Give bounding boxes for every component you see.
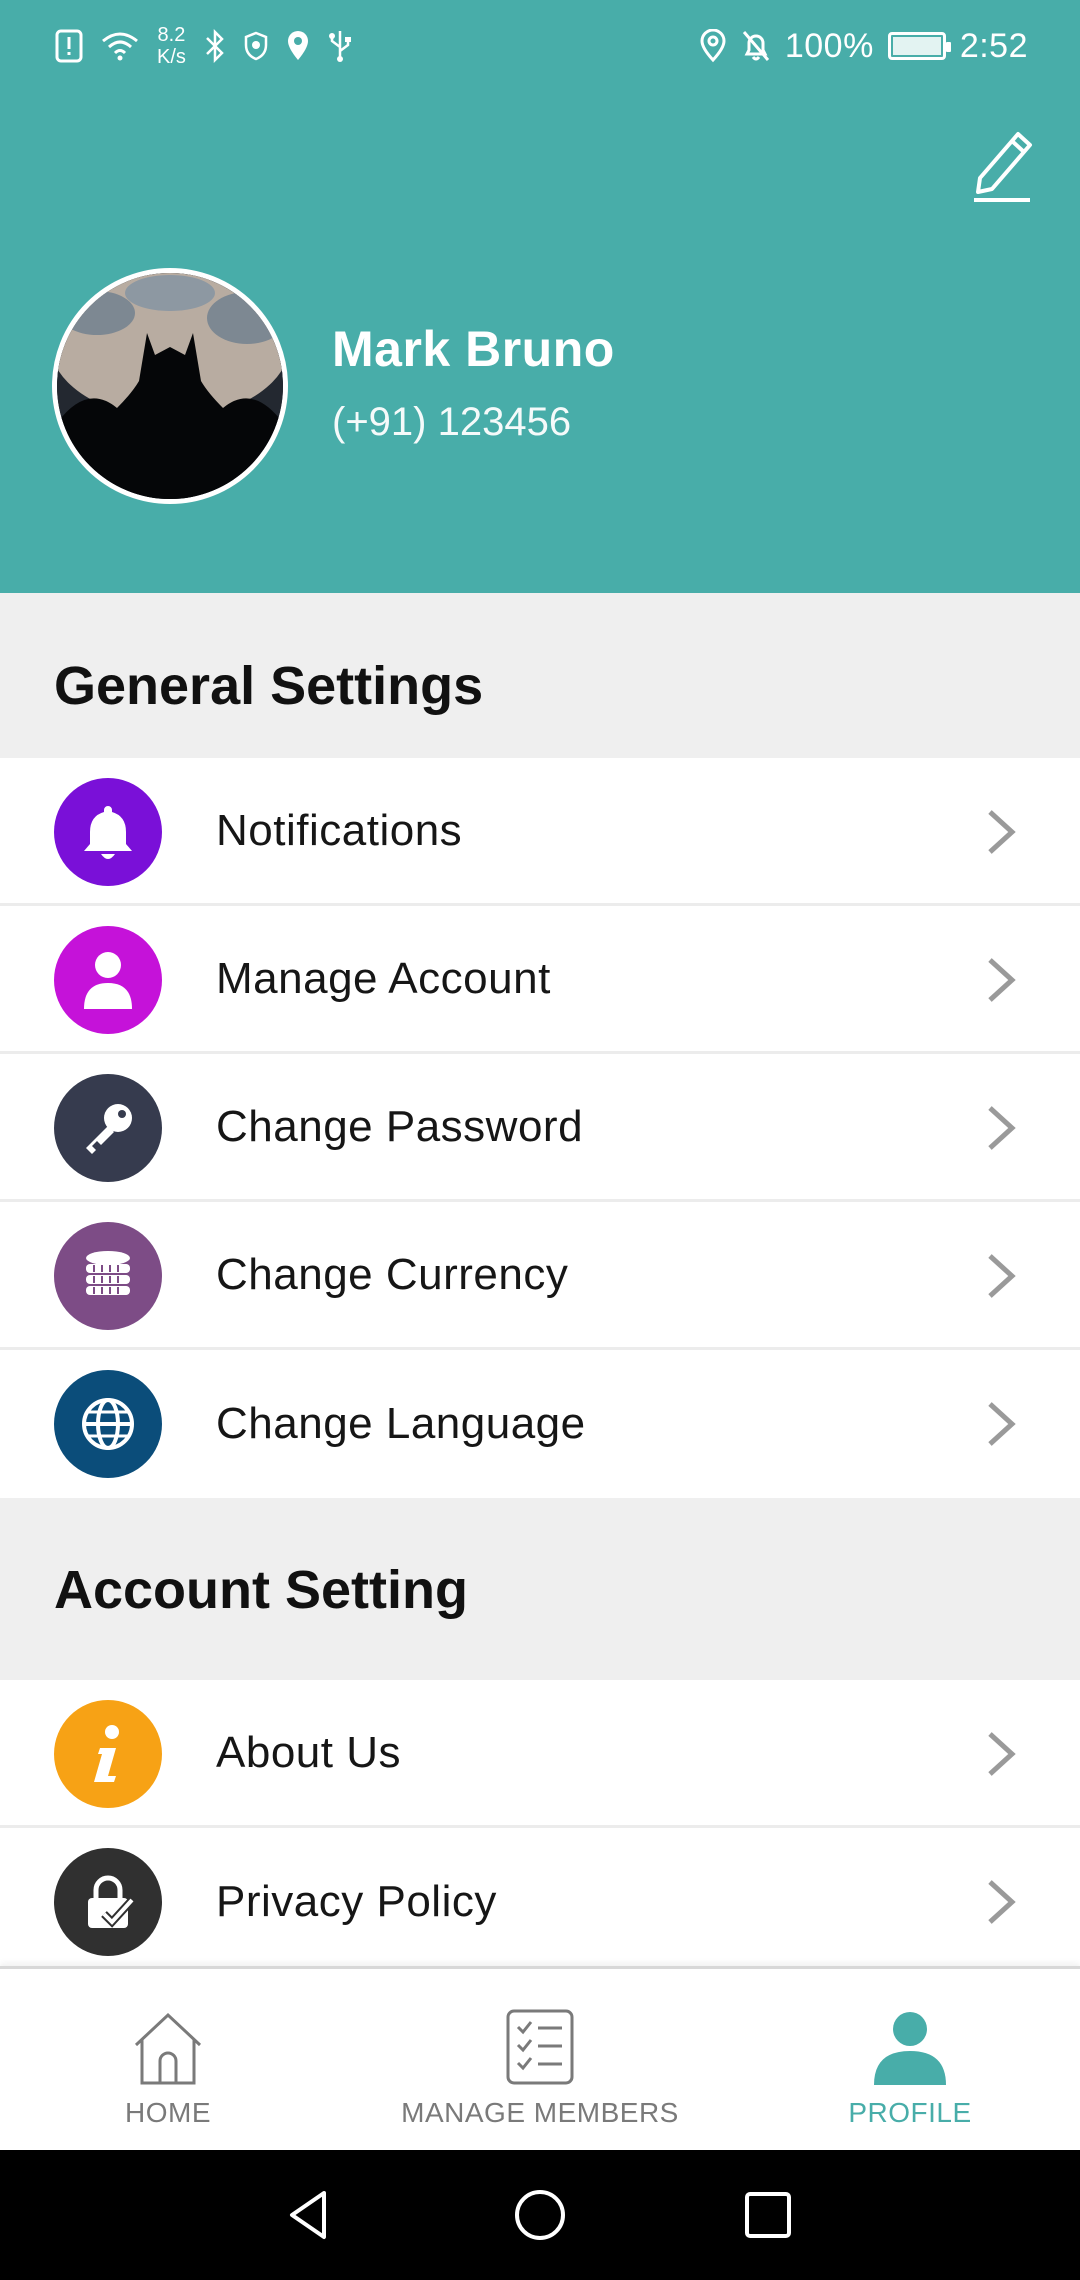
lock-check-icon xyxy=(54,1848,162,1956)
person-icon xyxy=(874,2012,946,2085)
home-icon xyxy=(134,2012,202,2085)
nav-profile[interactable]: PROFILE xyxy=(830,1969,990,2153)
clock-time: 2:52 xyxy=(959,26,1028,65)
bell-icon xyxy=(54,778,162,886)
location-outline-icon xyxy=(700,29,726,63)
settings-item-change-currency[interactable]: Change Currency xyxy=(0,1202,1080,1350)
checklist-icon xyxy=(506,2009,574,2085)
usb-icon xyxy=(328,31,351,62)
settings-item-change-password[interactable]: Change Password xyxy=(0,1054,1080,1202)
back-icon[interactable] xyxy=(280,2185,340,2245)
bottom-navigation: HOME MANAGE MEMBERS PROFILE xyxy=(0,1966,1080,2150)
status-bar: 8.2 K/s 100% 2:52 xyxy=(0,0,1080,90)
home-circle-icon[interactable] xyxy=(510,2185,570,2245)
wifi-icon xyxy=(102,32,138,61)
bell-off-icon xyxy=(742,31,769,61)
settings-item-label: Change Password xyxy=(216,1101,584,1151)
nav-home-label: HOME xyxy=(125,2097,211,2128)
location-icon xyxy=(287,31,308,60)
settings-item-manage-account[interactable]: Manage Account xyxy=(0,906,1080,1054)
chevron-right-icon xyxy=(988,1880,1016,1924)
user-phone: (+91) 123456 xyxy=(332,400,572,444)
pencil-icon xyxy=(974,132,1032,202)
info-icon xyxy=(54,1700,162,1808)
alert-sim-icon xyxy=(55,29,83,63)
settings-item-label: About Us xyxy=(216,1727,401,1777)
system-navigation-bar xyxy=(0,2150,1080,2280)
nav-manage-members-label: MANAGE MEMBERS xyxy=(401,2097,679,2128)
bluetooth-icon xyxy=(206,29,224,63)
network-speed: 8.2 K/s xyxy=(157,24,186,68)
key-icon xyxy=(54,1074,162,1182)
settings-item-label: Change Currency xyxy=(216,1249,569,1299)
settings-item-notifications[interactable]: Notifications xyxy=(0,758,1080,906)
network-speed-unit: K/s xyxy=(157,46,186,68)
user-name: Mark Bruno xyxy=(332,321,615,377)
nav-profile-label: PROFILE xyxy=(848,2097,972,2128)
chevron-right-icon xyxy=(988,810,1016,854)
globe-icon xyxy=(54,1370,162,1478)
chevron-right-icon xyxy=(988,1732,1016,1776)
settings-item-about-us[interactable]: About Us xyxy=(0,1680,1080,1828)
nav-home[interactable]: HOME xyxy=(88,1969,248,2153)
general-settings-title: General Settings xyxy=(54,656,484,716)
battery-percent: 100% xyxy=(784,26,874,65)
edit-profile-button[interactable] xyxy=(970,120,1042,204)
chevron-right-icon xyxy=(988,1254,1016,1298)
recents-square-icon[interactable] xyxy=(738,2185,798,2245)
shield-icon xyxy=(244,31,268,61)
avatar[interactable] xyxy=(52,268,288,504)
account-setting-title: Account Setting xyxy=(54,1560,468,1620)
chevron-right-icon xyxy=(988,1106,1016,1150)
settings-item-label: Manage Account xyxy=(216,953,551,1003)
chevron-right-icon xyxy=(988,1402,1016,1446)
network-speed-value: 8.2 xyxy=(157,24,186,46)
user-icon xyxy=(54,926,162,1034)
account-settings-list: About Us Privacy Policy xyxy=(0,1680,1080,1976)
settings-item-privacy-policy[interactable]: Privacy Policy xyxy=(0,1828,1080,1976)
chevron-right-icon xyxy=(988,958,1016,1002)
avatar-image xyxy=(57,273,283,499)
settings-item-change-language[interactable]: Change Language xyxy=(0,1350,1080,1498)
general-settings-list: Notifications Manage Account Change Pass… xyxy=(0,758,1080,1498)
settings-item-label: Notifications xyxy=(216,805,463,855)
nav-manage-members[interactable]: MANAGE MEMBERS xyxy=(380,1969,700,2153)
coins-icon xyxy=(54,1222,162,1330)
battery-icon xyxy=(887,32,951,60)
settings-item-label: Privacy Policy xyxy=(216,1877,497,1926)
profile-header: 8.2 K/s 100% 2:52 Mark Bruno (+91) 12345… xyxy=(0,0,1080,593)
settings-item-label: Change Language xyxy=(216,1399,586,1448)
